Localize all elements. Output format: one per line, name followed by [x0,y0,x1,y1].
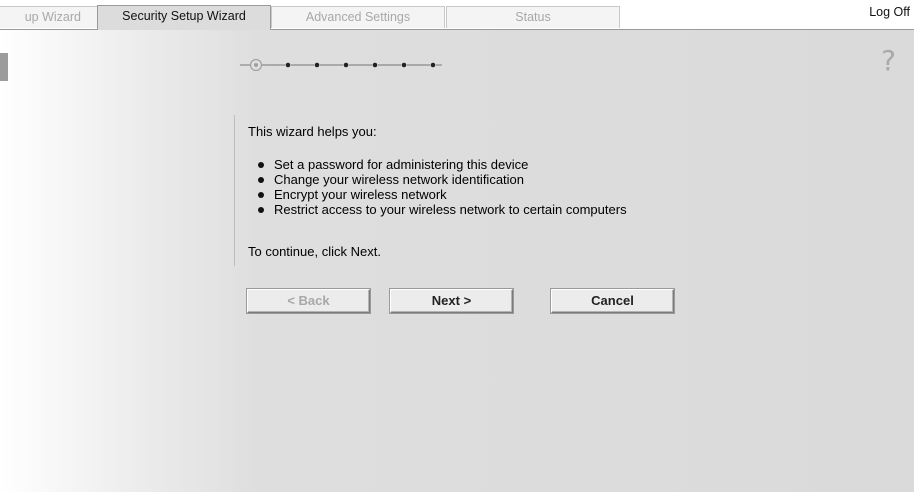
cancel-button[interactable]: Cancel [551,289,674,313]
help-icon[interactable]: ? [881,44,896,77]
progress-step [343,62,349,68]
tab-status[interactable]: Status [446,6,620,28]
tab-advanced-settings[interactable]: Advanced Settings [271,6,445,28]
next-button[interactable]: Next > [390,289,513,313]
progress-step [430,62,436,68]
logoff-link[interactable]: Log Off [869,5,910,19]
list-item: Restrict access to your wireless network… [248,202,627,217]
list-item: Set a password for administering this de… [248,157,627,172]
progress-step [372,62,378,68]
progress-step [401,62,407,68]
tab-security-setup-wizard[interactable]: Security Setup Wizard [97,5,271,30]
back-button[interactable]: < Back [247,289,370,313]
tab-bar: up Wizard Security Setup Wizard Advanced… [0,0,914,30]
continue-instruction: To continue, click Next. [248,244,381,259]
wizard-panel: ? This wizard helps you: Set a password … [0,29,914,492]
progress-step [285,62,291,68]
tab-setup-wizard[interactable]: up Wizard [0,6,98,28]
feature-list: Set a password for administering this de… [248,157,627,217]
progress-step [314,62,320,68]
step-progress-indicator [240,59,442,71]
list-item: Change your wireless network identificat… [248,172,627,187]
wizard-content: This wizard helps you: Set a password fo… [234,115,704,266]
list-item: Encrypt your wireless network [248,187,627,202]
sidebar-marker [0,53,8,81]
wizard-intro: This wizard helps you: [248,124,377,139]
